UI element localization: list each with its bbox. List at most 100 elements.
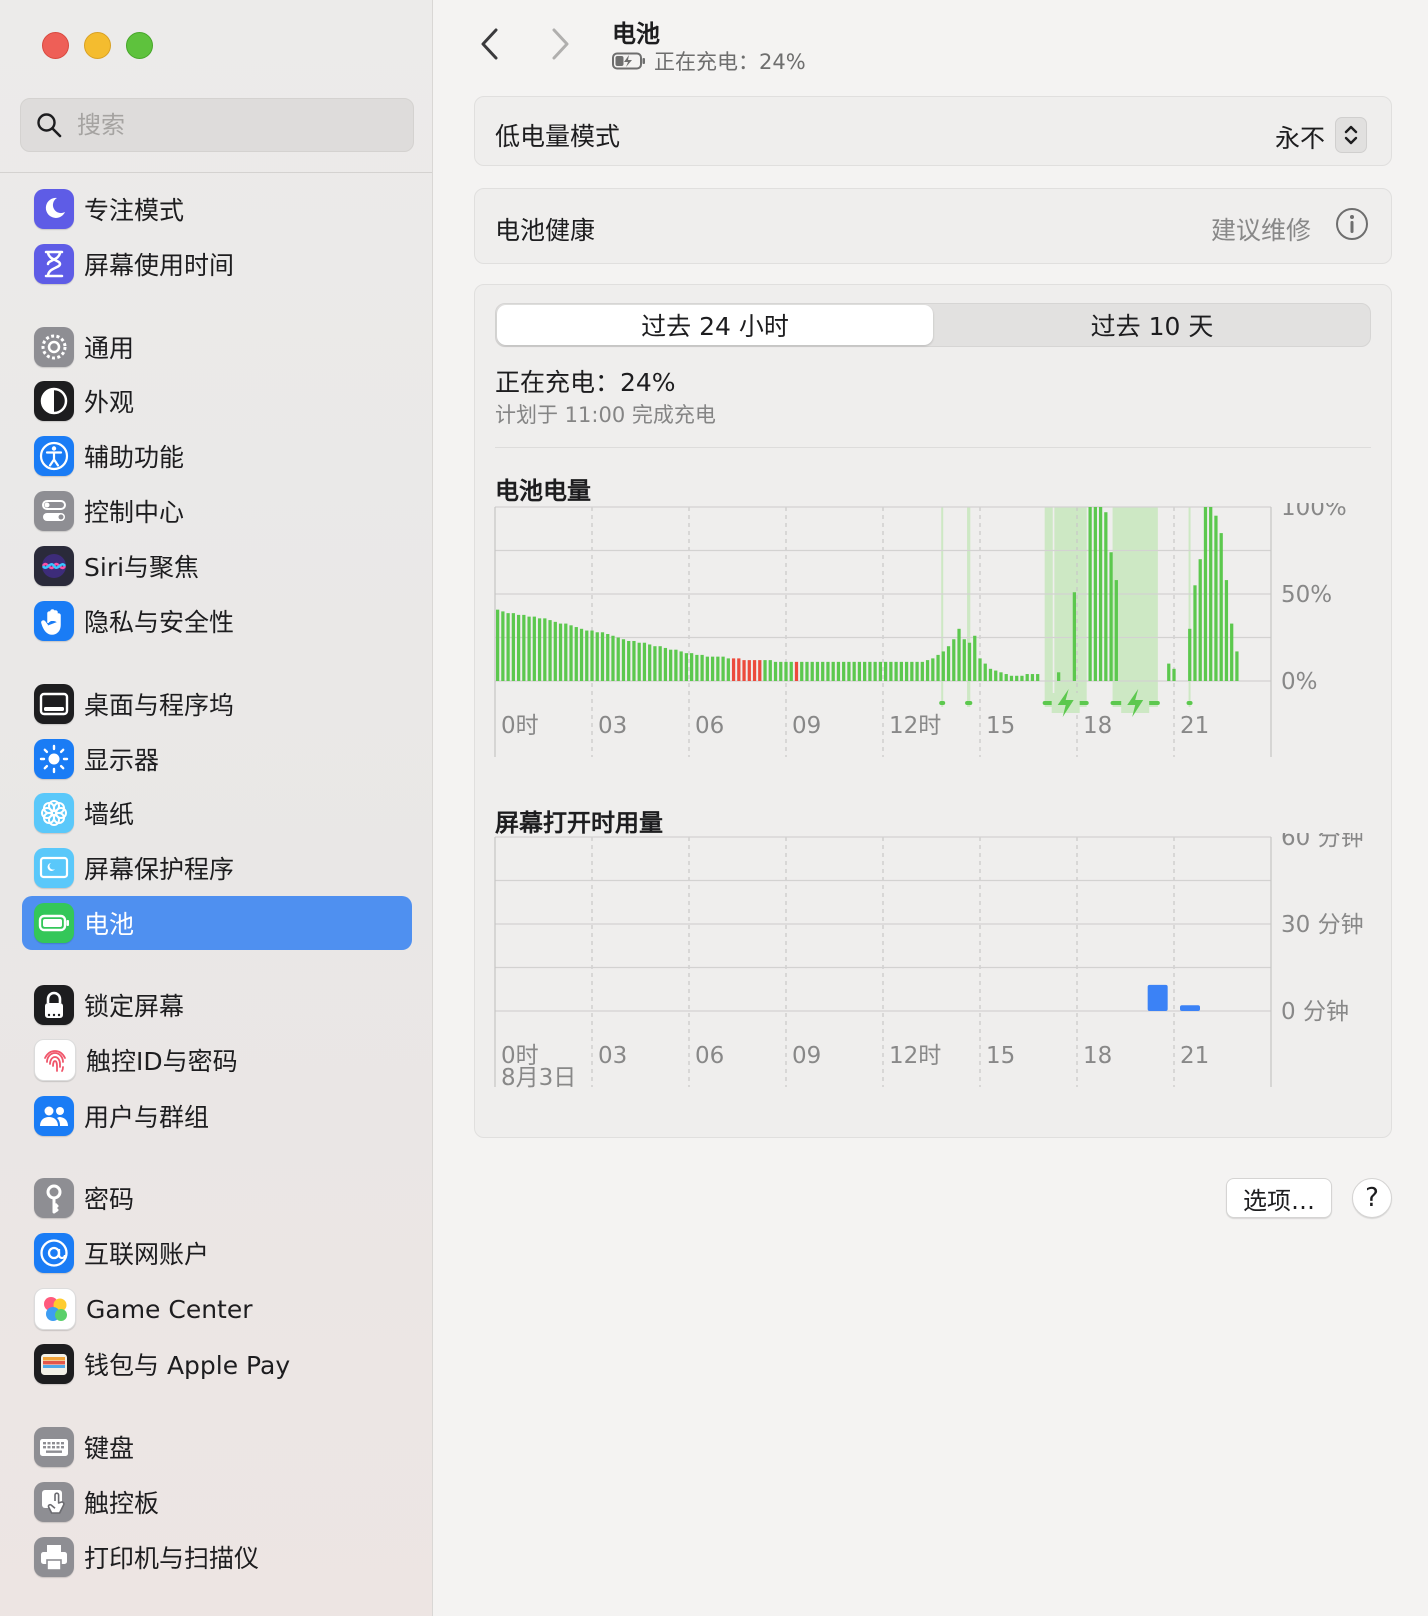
battery-level-bar	[674, 649, 678, 681]
low-power-popup-button[interactable]	[1335, 117, 1367, 153]
sidebar-item-label: 键盘	[84, 1434, 135, 1463]
sidebar-item-game-center[interactable]: Game Center	[22, 1282, 412, 1336]
battery-level-bar	[962, 639, 966, 681]
battery-level-bar	[1020, 675, 1024, 681]
search-icon	[37, 113, 62, 138]
sidebar-item-moon[interactable]: 专注模式	[22, 182, 412, 236]
battery-level-bar	[690, 653, 694, 681]
battery-level-bar	[1072, 592, 1077, 681]
battery-level-bar	[836, 661, 841, 681]
battery-level-bar	[842, 661, 846, 681]
sidebar-item-toggles[interactable]: 控制中心	[22, 484, 412, 538]
sidebar-item-trackpad[interactable]: 触控板	[22, 1475, 412, 1529]
sidebar-item-label: 用户与群组	[84, 1103, 210, 1132]
battery-charging-icon	[612, 52, 645, 70]
battery-level-bar	[716, 656, 720, 681]
tab-last-10-days[interactable]: 过去 10 天	[934, 304, 1370, 346]
sidebar-item-keyboard[interactable]: 键盘	[22, 1420, 412, 1474]
sidebar-item-label: 密码	[84, 1185, 135, 1214]
battery-level-bar	[988, 668, 993, 681]
battery-level-bar	[768, 660, 772, 681]
zoom-window-button[interactable]	[126, 32, 153, 59]
siri-icon	[34, 546, 74, 586]
close-window-button[interactable]	[42, 32, 69, 59]
sidebar-item-hourglass[interactable]: 屏幕使用时间	[22, 237, 412, 291]
sidebar-item-battery[interactable]: 电池	[22, 896, 412, 950]
minimize-window-button[interactable]	[84, 32, 111, 59]
sidebar-item-printer[interactable]: 打印机与扫描仪	[22, 1530, 412, 1584]
charging-period-band	[1112, 507, 1158, 707]
battery-level-bar	[684, 653, 689, 681]
forward-button[interactable]	[540, 24, 580, 64]
battery-level-bar	[611, 635, 615, 681]
screen-usage-chart: 0时 03 06 09 12时 15 18 2160 分钟30 分钟0 分钟8月3日	[494, 833, 1364, 1091]
sidebar-item-appearance[interactable]: 外观	[22, 374, 412, 428]
battery-level-bar	[600, 632, 605, 681]
sidebar-item-wallet[interactable]: 钱包与 Apple Pay	[22, 1337, 412, 1391]
sidebar: 专注模式屏幕使用时间通用外观辅助功能控制中心 Siri与聚焦隐私与安全性桌面与程序…	[0, 0, 433, 1616]
info-icon[interactable]	[1335, 207, 1369, 241]
battery-level-bar	[957, 628, 961, 681]
sidebar-item-label: 专注模式	[84, 196, 185, 225]
battery-level-bar	[752, 660, 757, 681]
battery-level-bar	[747, 660, 751, 681]
search-input[interactable]	[75, 110, 379, 140]
sidebar-item-label: 辅助功能	[84, 443, 185, 472]
battery-level-bar	[967, 642, 972, 681]
battery-level-bar	[1109, 552, 1113, 681]
screen-usage-bar	[1147, 984, 1168, 1011]
sidebar-item-siri[interactable]: Siri与聚焦	[22, 539, 412, 593]
sidebar-item-hand[interactable]: 隐私与安全性	[22, 594, 412, 648]
battery-level-bar	[1219, 533, 1223, 681]
battery-usage-card: 过去 24 小时 过去 10 天 正在充电：24% 计划于 11:00 完成充电…	[474, 284, 1392, 1138]
battery-level-bar	[805, 661, 809, 681]
sidebar-item-gear[interactable]: 通用	[22, 320, 412, 374]
sidebar-item-sun[interactable]: 显示器	[22, 732, 412, 786]
options-button[interactable]: 选项…	[1226, 1178, 1332, 1218]
battery-level-bar	[637, 642, 641, 681]
battery-x-tick-label: 0时	[501, 713, 539, 739]
battery-level-bar	[579, 628, 584, 681]
sidebar-item-label: 触控ID与密码	[86, 1047, 238, 1076]
battery-level-bar	[931, 658, 935, 681]
battery-level-bar	[558, 623, 563, 681]
sidebar-item-dock[interactable]: 桌面与程序坞	[22, 677, 412, 731]
battery-y-tick-label: 50%	[1281, 582, 1332, 608]
sidebar-item-key[interactable]: 密码	[22, 1171, 412, 1225]
battery-level-bar	[915, 661, 919, 681]
sidebar-item-screensaver[interactable]: 屏幕保护程序	[22, 841, 412, 895]
battery-level-bar	[800, 661, 804, 681]
low-power-value[interactable]: 永不	[1275, 119, 1325, 155]
sidebar-item-fingerprint[interactable]: 触控ID与密码	[22, 1033, 412, 1087]
screen-y-tick-label: 0 分钟	[1281, 999, 1349, 1025]
key-icon	[34, 1178, 74, 1218]
battery-level-bar	[632, 640, 636, 681]
battery-level-bar	[1088, 507, 1092, 681]
battery-level-bar	[873, 661, 877, 681]
battery-level-bar	[527, 616, 531, 681]
sidebar-item-users[interactable]: 用户与群组	[22, 1089, 412, 1143]
battery-level-bar	[710, 656, 715, 681]
battery-level-bar	[784, 661, 788, 681]
search-field[interactable]	[20, 98, 414, 152]
sidebar-item-label: 电池	[84, 910, 135, 939]
help-button[interactable]: ?	[1352, 1178, 1392, 1218]
screen-x-tick-label: 09	[792, 1043, 821, 1069]
sidebar-item-at[interactable]: 互联网账户	[22, 1226, 412, 1280]
time-range-segmented-control: 过去 24 小时 过去 10 天	[495, 303, 1371, 347]
sidebar-item-label: 钱包与 Apple Pay	[84, 1351, 291, 1380]
back-button[interactable]	[470, 24, 510, 64]
charge-plan: 计划于 11:00 完成充电	[495, 403, 716, 427]
chevron-left-icon	[481, 28, 498, 60]
tab-last-24-hours[interactable]: 过去 24 小时	[497, 305, 933, 345]
battery-level-bar	[1235, 651, 1239, 681]
sidebar-item-flower[interactable]: 墙纸	[22, 786, 412, 840]
users-icon	[34, 1096, 74, 1136]
battery-level-bar	[496, 609, 500, 681]
sidebar-item-accessibility[interactable]: 辅助功能	[22, 429, 412, 483]
accessibility-icon	[34, 436, 74, 476]
sidebar-item-lock[interactable]: 锁定屏幕	[22, 978, 412, 1032]
battery-level-bar	[590, 630, 594, 681]
sidebar-item-label: 屏幕保护程序	[84, 855, 235, 884]
battery-level-bar	[847, 661, 851, 681]
